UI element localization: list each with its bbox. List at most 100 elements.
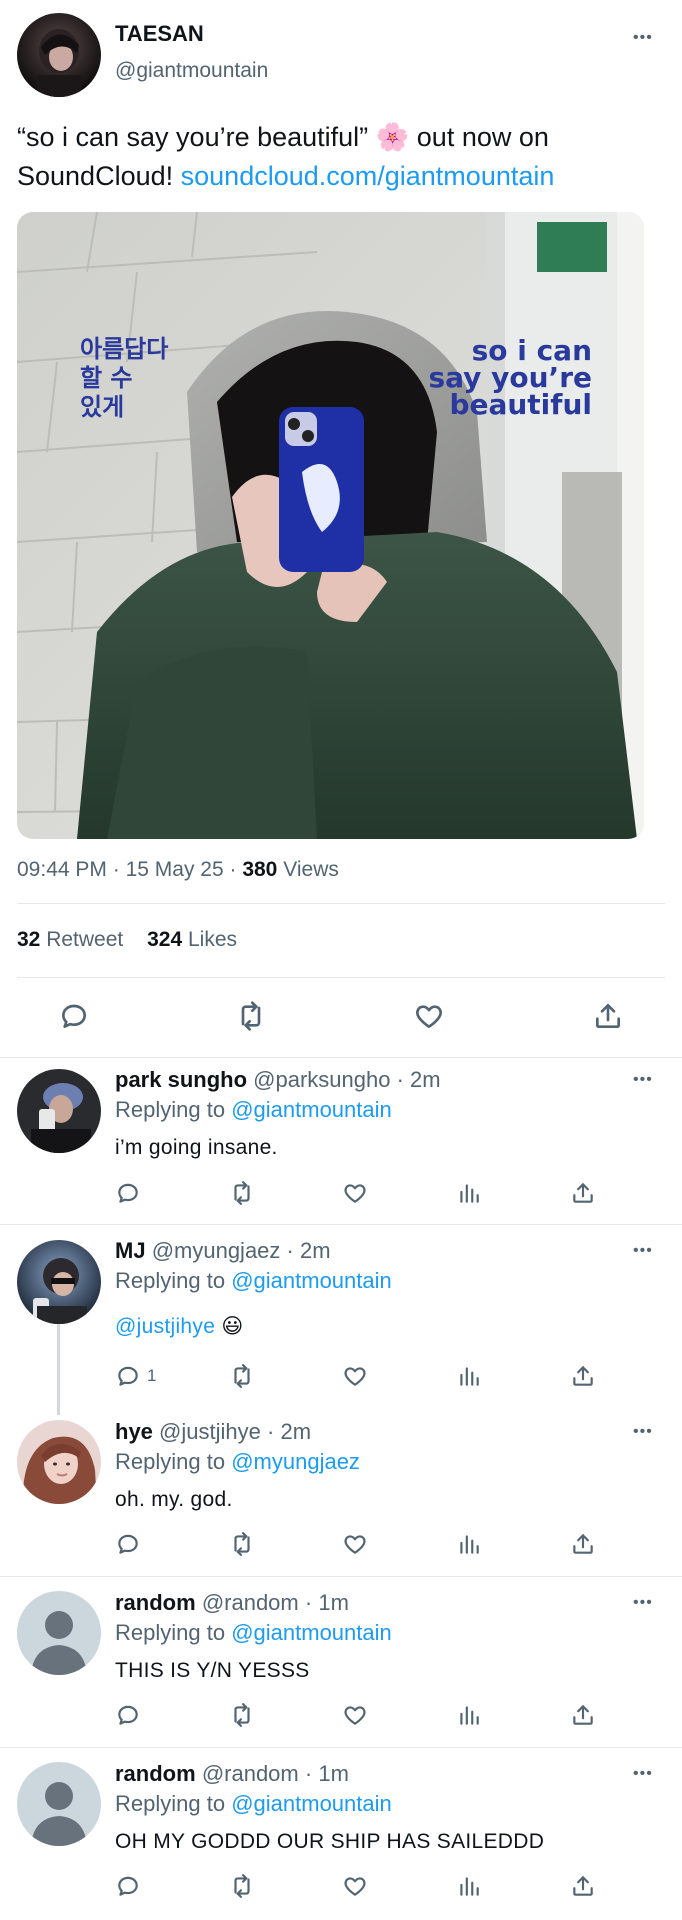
tweet-text-line1: “so i can say you’re beautiful” 🌸 out no… xyxy=(17,122,549,152)
image-korean-line1: 아름답다 xyxy=(80,335,168,363)
soundcloud-link[interactable]: soundcloud.com/giantmountain xyxy=(181,161,555,191)
reply-author-name[interactable]: park sungho xyxy=(115,1067,247,1092)
reply-icon xyxy=(118,1366,138,1386)
like-button[interactable] xyxy=(342,1531,368,1557)
author-handle[interactable]: @giantmountain xyxy=(115,57,268,85)
likes-stat[interactable]: 324 Likes xyxy=(147,928,237,951)
reply-more-icon[interactable]: ••• xyxy=(633,1595,653,1611)
replying-to: Replying to @giantmountain xyxy=(115,1096,392,1124)
reply-more-icon[interactable]: ••• xyxy=(633,1072,653,1088)
replying-to: Replying to @giantmountain xyxy=(115,1790,392,1818)
views-button[interactable] xyxy=(456,1702,482,1728)
like-button[interactable] xyxy=(342,1702,368,1728)
share-icon xyxy=(596,1004,620,1028)
replying-to-handle[interactable]: @giantmountain xyxy=(231,1620,392,1645)
reply-author-name[interactable]: random xyxy=(115,1590,196,1615)
share-icon xyxy=(573,1534,593,1554)
reply-avatar[interactable] xyxy=(17,1762,101,1846)
reply-author-handle[interactable]: @myungjaez xyxy=(152,1238,281,1263)
views-button[interactable] xyxy=(456,1873,482,1899)
replying-to-handle[interactable]: @giantmountain xyxy=(231,1791,392,1816)
reply-button[interactable]: 1 xyxy=(115,1363,156,1389)
reply-button[interactable] xyxy=(115,1702,147,1728)
share-button[interactable] xyxy=(592,1000,624,1032)
tweet-photo: 아름답다 할 수 있게 so i can say you’re beautifu… xyxy=(17,212,644,839)
share-icon xyxy=(573,1183,593,1203)
views-count: 380 xyxy=(242,858,278,881)
retweet-icon xyxy=(241,1001,261,1031)
views-icon xyxy=(460,1706,479,1725)
reply-avatar[interactable] xyxy=(17,1420,101,1504)
tweet-date[interactable]: 15 May 25 xyxy=(126,858,224,881)
tweet-image[interactable]: 아름답다 할 수 있게 so i can say you’re beautifu… xyxy=(17,212,644,839)
reply-avatar[interactable] xyxy=(17,1069,101,1153)
reply-author-name[interactable]: MJ xyxy=(115,1238,146,1263)
reply-author-name[interactable]: hye xyxy=(115,1419,153,1444)
heart-icon xyxy=(344,1706,366,1725)
reply-time[interactable]: 1m xyxy=(318,1761,349,1786)
likes-label: Likes xyxy=(187,928,238,951)
retweet-button[interactable] xyxy=(229,1873,255,1899)
share-button[interactable] xyxy=(570,1180,596,1206)
more-options-icon[interactable]: ••• xyxy=(633,30,653,46)
retweet-stat[interactable]: 32 Retweet xyxy=(17,928,129,951)
retweet-icon xyxy=(234,1874,250,1898)
replying-to-handle[interactable]: @giantmountain xyxy=(231,1268,392,1293)
reply-time[interactable]: 1m xyxy=(318,1590,349,1615)
reply-author-handle[interactable]: @parksungho xyxy=(253,1067,390,1092)
retweet-button[interactable] xyxy=(229,1363,255,1389)
reply-avatar[interactable] xyxy=(17,1591,101,1675)
reply-avatar[interactable] xyxy=(17,1240,101,1324)
retweet-icon xyxy=(234,1181,250,1205)
replying-label: Replying to xyxy=(115,1097,226,1122)
views-button[interactable] xyxy=(456,1363,482,1389)
share-button[interactable] xyxy=(570,1363,596,1389)
reply-author-handle[interactable]: @random xyxy=(202,1761,299,1786)
retweet-button[interactable] xyxy=(229,1702,255,1728)
reply-author-handle[interactable]: @random xyxy=(202,1590,299,1615)
author-name[interactable]: TAESAN xyxy=(115,20,204,48)
reply-text: oh. my. god. xyxy=(115,1488,233,1511)
reply-author-handle[interactable]: @justjihye xyxy=(159,1419,261,1444)
views-button[interactable] xyxy=(456,1531,482,1557)
reply-more-icon[interactable]: ••• xyxy=(633,1766,653,1782)
like-button[interactable] xyxy=(342,1363,368,1389)
replying-to-handle[interactable]: @myungjaez xyxy=(231,1449,360,1474)
reply-button[interactable] xyxy=(115,1180,147,1206)
reply-time[interactable]: 2m xyxy=(410,1067,441,1092)
reply-more-icon[interactable]: ••• xyxy=(633,1424,653,1440)
reply-dot: · xyxy=(304,1761,313,1786)
reply-button[interactable] xyxy=(115,1873,147,1899)
reply-time[interactable]: 2m xyxy=(300,1238,331,1263)
reply-author-name[interactable]: random xyxy=(115,1761,196,1786)
retweet-button[interactable] xyxy=(229,1180,255,1206)
heart-icon xyxy=(344,1184,366,1203)
author-avatar[interactable] xyxy=(17,13,101,97)
like-button[interactable] xyxy=(342,1180,368,1206)
image-english-line3: beautiful xyxy=(449,388,592,421)
default-avatar-icon xyxy=(17,1762,101,1846)
reply-button[interactable] xyxy=(115,1531,147,1557)
mention-link[interactable]: @justjihye xyxy=(115,1315,215,1338)
share-button[interactable] xyxy=(570,1531,596,1557)
like-button[interactable] xyxy=(342,1873,368,1899)
reply-more-icon[interactable]: ••• xyxy=(633,1243,653,1259)
reply-time[interactable]: 2m xyxy=(280,1419,311,1444)
views-button[interactable] xyxy=(456,1180,482,1206)
share-button[interactable] xyxy=(570,1702,596,1728)
reply-icon xyxy=(118,1705,138,1725)
reply-count: 1 xyxy=(147,1366,157,1385)
retweet-button[interactable] xyxy=(229,1531,255,1557)
replying-to-handle[interactable]: @giantmountain xyxy=(231,1097,392,1122)
share-button[interactable] xyxy=(570,1873,596,1899)
image-korean-line3: 있게 xyxy=(80,393,124,421)
reply-button[interactable] xyxy=(58,1000,90,1032)
replying-label: Replying to xyxy=(115,1620,226,1645)
tweet-meta: 09:44 PM · 15 May 25 · 380 Views xyxy=(17,856,339,884)
engagement-stats: 32 Retweet 324 Likes xyxy=(17,926,237,954)
retweet-button[interactable] xyxy=(234,1000,268,1032)
tweet-time[interactable]: 09:44 PM xyxy=(17,858,107,881)
reply-header: random @random · 1m xyxy=(115,1589,349,1617)
reply-text: OH MY GODDD OUR SHIP HAS SAILEDDD xyxy=(115,1830,545,1853)
like-button[interactable] xyxy=(413,1000,445,1032)
